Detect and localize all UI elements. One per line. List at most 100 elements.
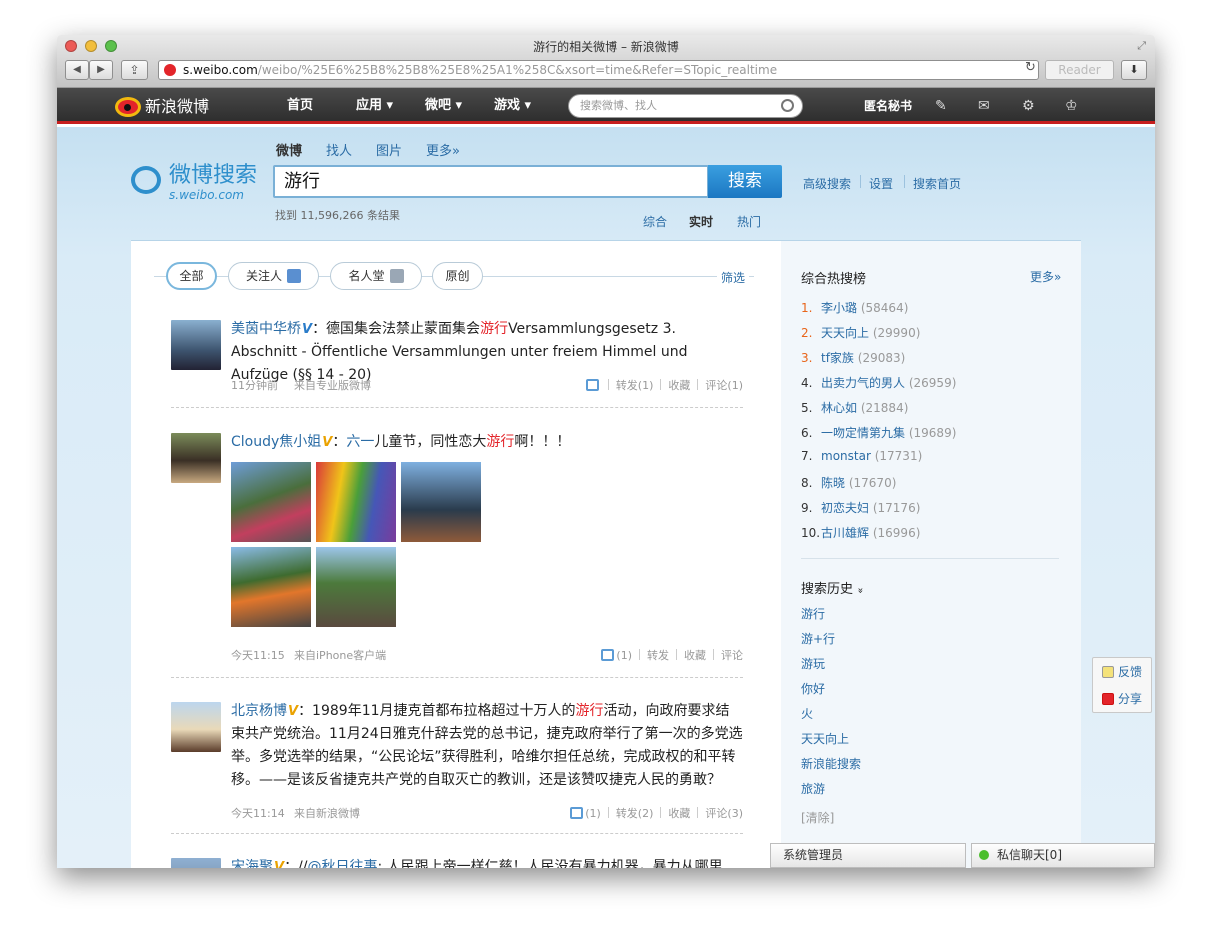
hot-name[interactable]: 李小璐 <box>821 301 857 315</box>
comment-button[interactable]: 评论(3) <box>705 807 743 820</box>
hot-name[interactable]: 陈晓 <box>821 476 845 490</box>
like-icon[interactable] <box>601 649 615 661</box>
history-item[interactable]: 火 <box>801 705 813 722</box>
history-item[interactable]: 天天向上 <box>801 730 849 747</box>
feedback-button[interactable]: 反馈 <box>1102 663 1142 680</box>
filter-famous-button[interactable]: 名人堂 <box>330 262 422 290</box>
post-time[interactable]: 11分钟前 <box>231 379 278 392</box>
like-count[interactable]: (1) <box>616 649 632 662</box>
filter-following-button[interactable]: 关注人 <box>228 262 319 290</box>
hot-more-link[interactable]: 更多» <box>1030 268 1061 285</box>
comment-button[interactable]: 评论 <box>721 649 743 662</box>
post-author[interactable]: 美茵中华桥 <box>231 321 301 337</box>
post-image[interactable] <box>231 547 311 627</box>
post-source[interactable]: 来自专业版微博 <box>294 377 371 393</box>
history-item[interactable]: 新浪能搜索 <box>801 755 861 772</box>
share-weibo-button[interactable]: 分享 <box>1102 690 1142 707</box>
post-image[interactable] <box>401 462 481 542</box>
history-item[interactable]: 游玩 <box>801 655 825 672</box>
search-icon[interactable] <box>781 99 794 112</box>
hot-name[interactable]: monstar <box>821 449 871 463</box>
like-icon[interactable] <box>570 807 584 819</box>
search-tab-images[interactable]: 图片 <box>376 140 402 159</box>
advanced-search-link[interactable]: 高级搜索 <box>803 175 851 192</box>
avatar[interactable] <box>171 702 221 752</box>
nav-games[interactable]: 游戏 ▾ <box>494 88 531 124</box>
like-icon[interactable] <box>585 379 599 391</box>
forward-button[interactable]: ▶ <box>89 60 113 80</box>
hot-name[interactable]: 一吻定情第九集 <box>821 426 905 440</box>
nav-home[interactable]: 首页 <box>287 88 313 124</box>
post-image[interactable] <box>316 462 396 542</box>
like-count[interactable]: (1) <box>585 807 601 820</box>
hot-name[interactable]: 出卖力气的男人 <box>821 376 905 390</box>
hot-item[interactable]: 9. 初恋夫妇 (17176) <box>801 499 920 516</box>
fullscreen-icon[interactable]: ⤢ <box>1137 39 1146 53</box>
hot-item[interactable]: 10.古川雄辉 (16996) <box>801 524 920 541</box>
repost-button[interactable]: 转发(1) <box>616 379 654 392</box>
post-source[interactable]: 来自iPhone客户端 <box>294 647 386 663</box>
search-tab-people[interactable]: 找人 <box>326 140 352 159</box>
hot-item[interactable]: 5. 林心如 (21884) <box>801 399 908 416</box>
gear-icon[interactable]: ⚙ <box>1022 98 1035 114</box>
mode-tab-hot[interactable]: 热门 <box>737 213 761 230</box>
repost-button[interactable]: 转发 <box>647 649 669 662</box>
back-button[interactable]: ◀ <box>65 60 89 80</box>
hot-item[interactable]: 8. 陈晓 (17670) <box>801 474 896 491</box>
hot-name[interactable]: 林心如 <box>821 401 857 415</box>
system-admin-bar[interactable]: 系统管理员 <box>770 843 966 868</box>
avatar[interactable] <box>171 858 221 868</box>
reload-icon[interactable]: ↻ <box>1025 60 1036 75</box>
search-input[interactable]: 游行 <box>273 165 709 198</box>
favorite-button[interactable]: 收藏 <box>684 649 706 662</box>
hot-name[interactable]: tf家族 <box>821 351 854 365</box>
avatar[interactable] <box>171 433 221 483</box>
mail-icon[interactable]: ✉ <box>978 98 990 114</box>
hot-item[interactable]: 4. 出卖力气的男人 (26959) <box>801 374 956 391</box>
search-tab-weibo[interactable]: 微博 <box>276 140 302 159</box>
search-tab-more[interactable]: 更多» <box>426 140 460 159</box>
history-item[interactable]: 你好 <box>801 680 825 697</box>
post-time[interactable]: 今天11:15 <box>231 649 285 662</box>
avatar[interactable] <box>171 320 221 370</box>
post-image[interactable] <box>316 547 396 627</box>
clear-history-link[interactable]: [清除] <box>801 809 834 826</box>
downloads-button[interactable]: ⬇ <box>1121 60 1147 80</box>
reader-button[interactable]: Reader <box>1045 60 1114 80</box>
crown-icon[interactable]: ♔ <box>1065 98 1078 114</box>
post-author[interactable]: 北京杨博 <box>231 703 287 719</box>
share-button[interactable]: ⇪ <box>121 60 148 80</box>
hot-item[interactable]: 3. tf家族 (29083) <box>801 349 905 366</box>
filter-all-button[interactable]: 全部 <box>166 262 217 290</box>
post-author[interactable]: Cloudy焦小姐 <box>231 434 321 450</box>
post-source[interactable]: 来自新浪微博 <box>294 805 360 821</box>
hot-name[interactable]: 古川雄辉 <box>821 526 869 540</box>
history-item[interactable]: 旅游 <box>801 780 825 797</box>
weibo-logo[interactable]: 新浪微博 <box>115 95 209 119</box>
filter-original-button[interactable]: 原创 <box>432 262 483 290</box>
comment-button[interactable]: 评论(1) <box>705 379 743 392</box>
hot-item[interactable]: 2. 天天向上 (29990) <box>801 324 920 341</box>
search-history-title[interactable]: 搜索历史 » <box>801 578 866 597</box>
hot-item[interactable]: 7. monstar (17731) <box>801 449 922 463</box>
compose-icon[interactable]: ✎ <box>935 98 947 114</box>
hot-item[interactable]: 1. 李小璐 (58464) <box>801 299 908 316</box>
post-author[interactable]: 宋海聚 <box>231 859 273 868</box>
post-mention-link[interactable]: @秋日往事 <box>308 859 378 868</box>
history-item[interactable]: 游行 <box>801 605 825 622</box>
repost-button[interactable]: 转发(2) <box>616 807 654 820</box>
weibo-search-logo[interactable]: 微博搜索 s.weibo.com <box>131 164 257 202</box>
filter-link[interactable]: 筛选 <box>717 269 750 286</box>
post-time[interactable]: 今天11:14 <box>231 807 285 820</box>
favorite-button[interactable]: 收藏 <box>668 379 690 392</box>
hot-name[interactable]: 天天向上 <box>821 326 869 340</box>
history-item[interactable]: 游+行 <box>801 630 835 647</box>
url-field[interactable]: s.weibo.com/weibo/%25E6%25B8%25B8%25E8%2… <box>158 60 1039 80</box>
nav-apps[interactable]: 应用 ▾ <box>356 88 393 124</box>
hot-item[interactable]: 6. 一吻定情第九集 (19689) <box>801 424 956 441</box>
nav-anonymous-secretary[interactable]: 匿名秘书 <box>864 88 912 124</box>
post-image[interactable] <box>231 462 311 542</box>
search-home-link[interactable]: 搜索首页 <box>913 175 961 192</box>
favorite-button[interactable]: 收藏 <box>668 807 690 820</box>
settings-link[interactable]: 设置 <box>869 175 893 192</box>
